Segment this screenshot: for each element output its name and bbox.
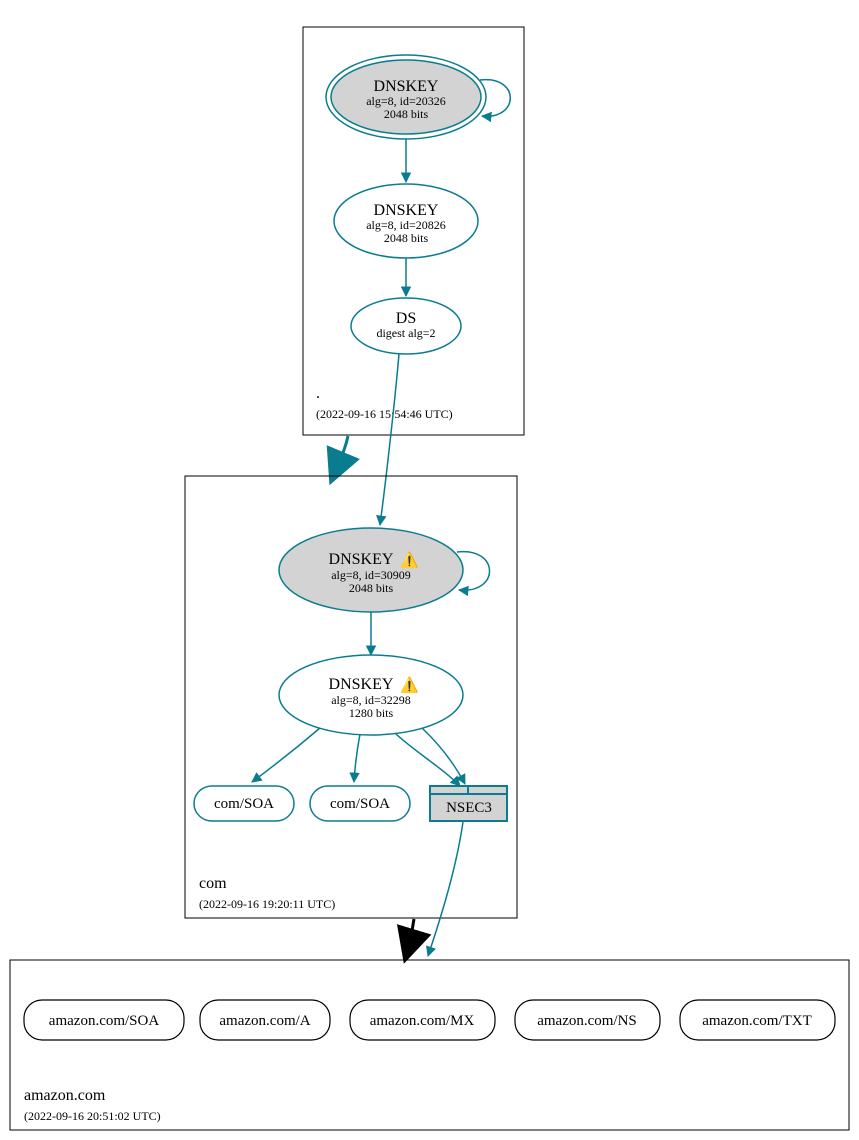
com-zsk-l2: 1280 bits [349,706,394,720]
node-com-nsec3: NSEC3 [430,786,507,821]
node-com-ksk: DNSKEY ⚠️ alg=8, id=30909 2048 bits [279,528,463,612]
root-ds-l1: digest alg=2 [376,326,435,340]
root-ksk-title: DNSKEY [374,78,439,95]
edge-root-ksk-self [480,80,510,117]
root-zsk-title: DNSKEY [374,202,439,219]
node-root-ds: DS digest alg=2 [351,298,461,354]
edge-ds-to-com-ksk [380,354,399,525]
zone-amazon [10,960,849,1130]
warning-icon: ⚠️ [400,676,419,694]
node-root-zsk: DNSKEY alg=8, id=20826 2048 bits [334,184,478,258]
edge-nsec3-to-amazon [428,822,463,956]
warning-icon: ⚠️ [400,551,419,569]
com-zsk-title: DNSKEY [329,676,394,693]
zone-com-name: com [199,875,227,892]
node-com-zsk: DNSKEY ⚠️ alg=8, id=32298 1280 bits [279,655,463,735]
root-ds-title: DS [396,310,416,327]
amazon-ns-label: amazon.com/NS [537,1013,637,1029]
com-ksk-l1: alg=8, id=30909 [331,568,411,582]
edge-com-to-amazon-cluster [408,919,414,950]
zone-root-timestamp: (2022-09-16 15:54:46 UTC) [316,407,453,421]
edge-root-to-com-cluster [335,436,348,472]
zone-root-name: . [316,385,320,402]
com-soa2-label: com/SOA [330,796,390,812]
root-ksk-l2: 2048 bits [384,107,429,121]
com-zsk-l1: alg=8, id=32298 [331,693,411,707]
com-soa1-label: com/SOA [214,796,274,812]
amazon-soa-label: amazon.com/SOA [49,1013,160,1029]
node-root-ksk: DNSKEY alg=8, id=20326 2048 bits [326,55,486,139]
amazon-a-label: amazon.com/A [219,1013,310,1029]
amazon-mx-label: amazon.com/MX [370,1013,475,1029]
zone-amazon-name: amazon.com [24,1087,106,1104]
edge-com-zsk-to-soa2 [354,734,360,782]
edge-com-zsk-to-nsec3a [422,728,465,784]
root-zsk-l1: alg=8, id=20826 [366,218,446,232]
amazon-txt-label: amazon.com/TXT [702,1013,812,1029]
edge-com-zsk-to-soa1 [252,728,320,782]
zone-com-timestamp: (2022-09-16 19:20:11 UTC) [199,897,335,911]
root-zsk-l2: 2048 bits [384,231,429,245]
com-nsec3-label: NSEC3 [446,800,492,816]
com-ksk-l2: 2048 bits [349,581,394,595]
root-ksk-l1: alg=8, id=20326 [366,94,446,108]
zone-amazon-timestamp: (2022-09-16 20:51:02 UTC) [24,1109,161,1123]
com-ksk-title: DNSKEY [329,551,394,568]
